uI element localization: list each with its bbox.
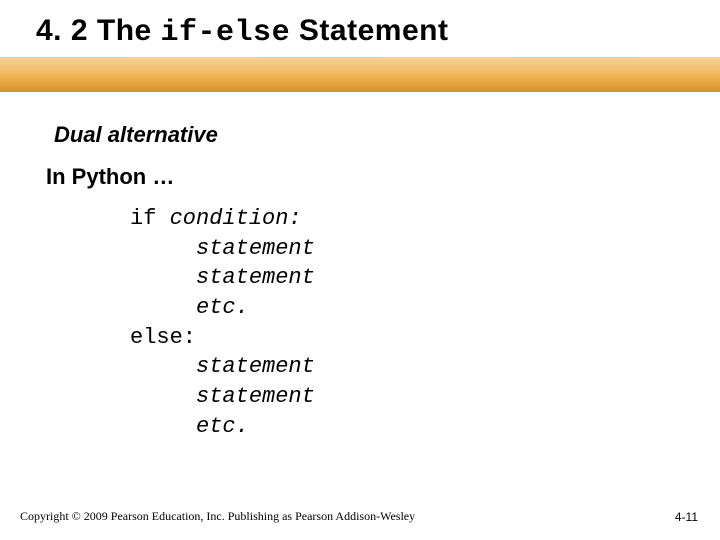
title-code: if-else (161, 16, 291, 50)
title-prefix: 4. 2 The (36, 14, 161, 47)
footer-copyright: Copyright © 2009 Pearson Education, Inc.… (20, 509, 415, 524)
code-condition: condition: (170, 206, 302, 231)
slide-title: 4. 2 The if-else Statement (36, 14, 448, 50)
code-stmt-1: statement (196, 236, 315, 261)
slide: 4. 2 The if-else Statement Dual alternat… (0, 0, 720, 540)
code-if-kw: if (130, 206, 170, 231)
code-block: if condition: statement statement etc. e… (130, 204, 315, 442)
code-else-kw: else: (130, 325, 196, 350)
code-etc-2: etc. (196, 414, 249, 439)
code-stmt-3: statement (196, 354, 315, 379)
code-stmt-4: statement (196, 384, 315, 409)
code-stmt-2: statement (196, 265, 315, 290)
code-etc-1: etc. (196, 295, 249, 320)
title-suffix: Statement (290, 14, 448, 47)
lead-text: In Python … (46, 164, 174, 190)
subtitle: Dual alternative (54, 122, 218, 148)
footer-page-number: 4-11 (675, 510, 698, 524)
